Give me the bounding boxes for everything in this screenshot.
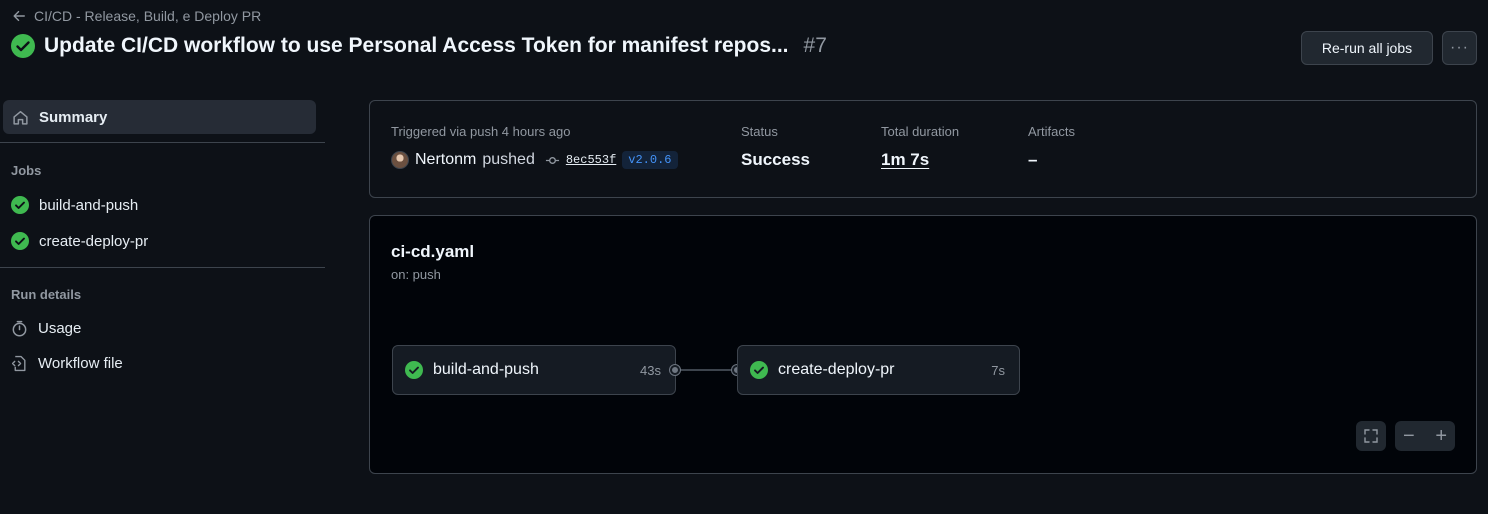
sidebar-item-label: create-deploy-pr (39, 232, 149, 250)
job-duration: 7s (991, 362, 1005, 378)
trigger-text: Triggered via push 4 hours ago (391, 124, 571, 139)
success-check-icon (750, 361, 768, 379)
sidebar-item-workflow-file[interactable]: Workflow file (11, 355, 123, 372)
sidebar-item-label: Summary (39, 108, 108, 126)
avatar (391, 151, 409, 169)
sidebar-item-build-and-push[interactable]: build-and-push (11, 196, 138, 214)
actor-action: pushed (482, 151, 535, 168)
status-value: Success (741, 150, 810, 169)
arrow-left-icon (13, 10, 25, 22)
sidebar-item-usage[interactable]: Usage (11, 320, 81, 337)
artifacts-label: Artifacts (1028, 124, 1075, 139)
zoom-controls: − + (1395, 421, 1455, 451)
rerun-all-jobs-button[interactable]: Re-run all jobs (1301, 31, 1433, 65)
more-options-button[interactable]: ··· (1442, 31, 1477, 65)
connector-dot-out (670, 365, 680, 375)
workflow-name: ci-cd.yaml (391, 242, 475, 261)
file-code-icon (11, 355, 26, 372)
status-label: Status (741, 124, 778, 139)
back-link[interactable]: CI/CD - Release, Build, e Deploy PR (12, 8, 261, 24)
run-details-heading: Run details (11, 287, 82, 302)
success-check-icon (11, 232, 29, 250)
git-commit-icon (545, 156, 559, 164)
duration-value[interactable]: 1m 7s (881, 150, 929, 170)
duration-label: Total duration (881, 124, 960, 139)
sidebar-item-label: Usage (38, 320, 82, 337)
success-check-icon (11, 34, 35, 58)
run-summary-card (369, 100, 1477, 198)
job-name: create-deploy-pr (778, 361, 895, 378)
success-check-icon (405, 361, 423, 379)
tag-badge[interactable]: v2.0.6 (622, 151, 678, 169)
success-check-icon (11, 196, 29, 214)
job-duration: 43s (640, 362, 661, 378)
jobs-heading: Jobs (11, 163, 42, 178)
actor-name[interactable]: Nertonm (415, 151, 476, 169)
page-title: Update CI/CD workflow to use Personal Ac… (11, 34, 827, 58)
sidebar-divider (0, 142, 325, 143)
sidebar-item-create-deploy-pr[interactable]: create-deploy-pr (11, 232, 148, 250)
back-link-label: CI/CD - Release, Build, e Deploy PR (34, 8, 262, 24)
sidebar-item-label: Workflow file (38, 355, 123, 372)
sidebar-item-label: build-and-push (39, 196, 139, 214)
artifacts-value: – (1028, 150, 1038, 169)
sidebar-item-summary[interactable]: Summary (3, 100, 316, 134)
job-connector (676, 369, 737, 371)
run-title: Update CI/CD workflow to use Personal Ac… (44, 34, 789, 57)
sidebar-divider (0, 267, 325, 268)
stopwatch-icon (12, 320, 27, 337)
commit-info: Nertonm pushed 8ec553f v2.0.6 (391, 151, 678, 169)
job-name: build-and-push (433, 361, 539, 378)
home-icon (13, 110, 28, 125)
run-number: #7 (803, 34, 827, 57)
zoom-in-button[interactable]: + (1435, 426, 1447, 446)
graph-job-create-deploy-pr[interactable]: create-deploy-pr 7s (737, 345, 1020, 395)
fullscreen-button[interactable] (1356, 421, 1386, 451)
fullscreen-icon (1364, 429, 1378, 443)
graph-job-build-and-push[interactable]: build-and-push 43s (392, 345, 676, 395)
zoom-out-button[interactable]: − (1403, 426, 1415, 446)
commit-sha-link[interactable]: 8ec553f (566, 153, 616, 167)
workflow-trigger: on: push (391, 267, 441, 282)
